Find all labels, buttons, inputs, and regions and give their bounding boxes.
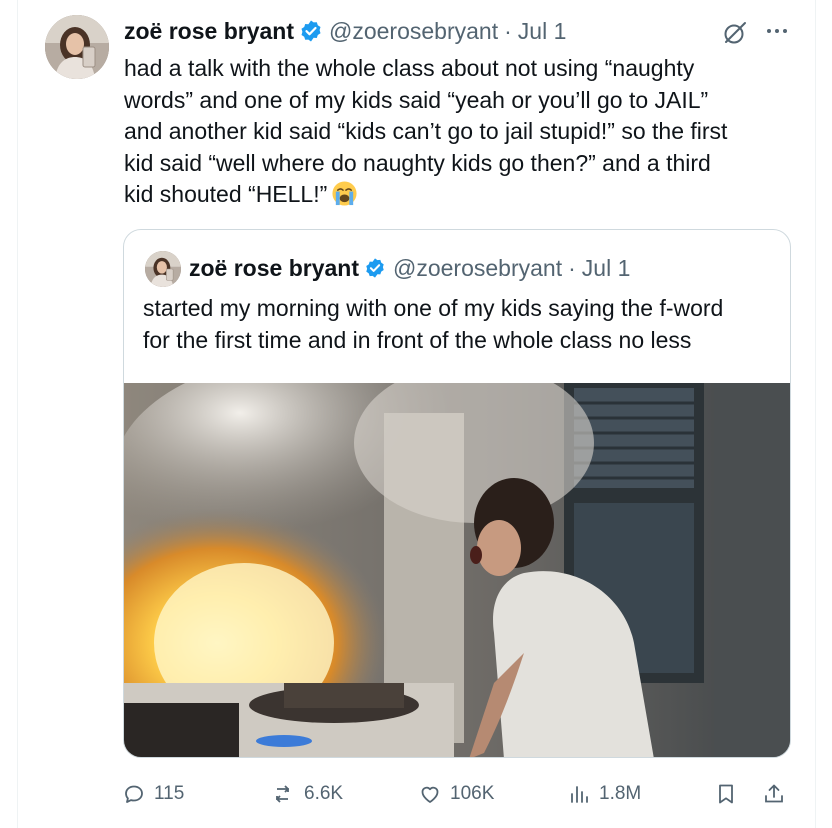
heart-icon: [421, 786, 439, 803]
quoted-text: started my morning with one of my kids s…: [143, 295, 724, 353]
author-display-name[interactable]: zoë rose bryant: [124, 18, 294, 45]
reply-icon: [125, 785, 143, 803]
quoted-separator: ·: [568, 254, 576, 281]
tweet-body: had a talk with the whole class about no…: [124, 55, 728, 207]
repost-button[interactable]: 6.6K: [272, 774, 343, 814]
tweet-header: zoë rose bryant @zoerosebryant · Jul 1: [124, 14, 566, 48]
like-button[interactable]: 106K: [418, 774, 494, 814]
quoted-tweet-card[interactable]: zoë rose bryant @zoerosebryant · Jul 1 s…: [123, 229, 791, 758]
timeline-border-right: [815, 0, 816, 828]
quoted-date[interactable]: Jul 1: [582, 255, 631, 282]
repost-icon: [276, 785, 289, 803]
like-count: 106K: [450, 783, 495, 804]
share-icon: [765, 784, 783, 803]
grok-icon[interactable]: [722, 20, 748, 46]
quoted-handle[interactable]: @zoerosebryant: [393, 255, 562, 282]
header-separator: ·: [504, 17, 512, 44]
bookmark-button[interactable]: [714, 774, 746, 814]
author-handle[interactable]: @zoerosebryant: [329, 18, 498, 45]
share-button[interactable]: [762, 774, 794, 814]
tweet-actions: 115 6.6K 106K 1.8M: [0, 774, 832, 814]
timeline-border-left: [17, 0, 18, 828]
views-button[interactable]: 1.8M: [567, 774, 641, 814]
repost-count: 6.6K: [304, 783, 344, 804]
loudly-crying-face-icon: [331, 180, 358, 207]
tweet-text: had a talk with the whole class about no…: [124, 53, 804, 211]
views-chart-icon: [571, 786, 588, 803]
tweet-date[interactable]: Jul 1: [518, 18, 567, 45]
reply-button[interactable]: 115: [122, 774, 184, 814]
more-options-icon[interactable]: [762, 18, 792, 44]
quoted-header: zoë rose bryant @zoerosebryant · Jul 1: [189, 252, 630, 284]
quoted-verified-badge-icon: [364, 257, 386, 279]
quoted-display-name[interactable]: zoë rose bryant: [189, 255, 359, 282]
verified-badge-icon: [299, 19, 323, 43]
views-count: 1.8M: [599, 783, 642, 804]
quoted-avatar[interactable]: [145, 251, 181, 287]
quoted-media-photo[interactable]: [124, 353, 790, 757]
avatar[interactable]: [45, 15, 109, 79]
reply-count: 115: [154, 783, 185, 804]
bookmark-icon: [719, 784, 733, 804]
